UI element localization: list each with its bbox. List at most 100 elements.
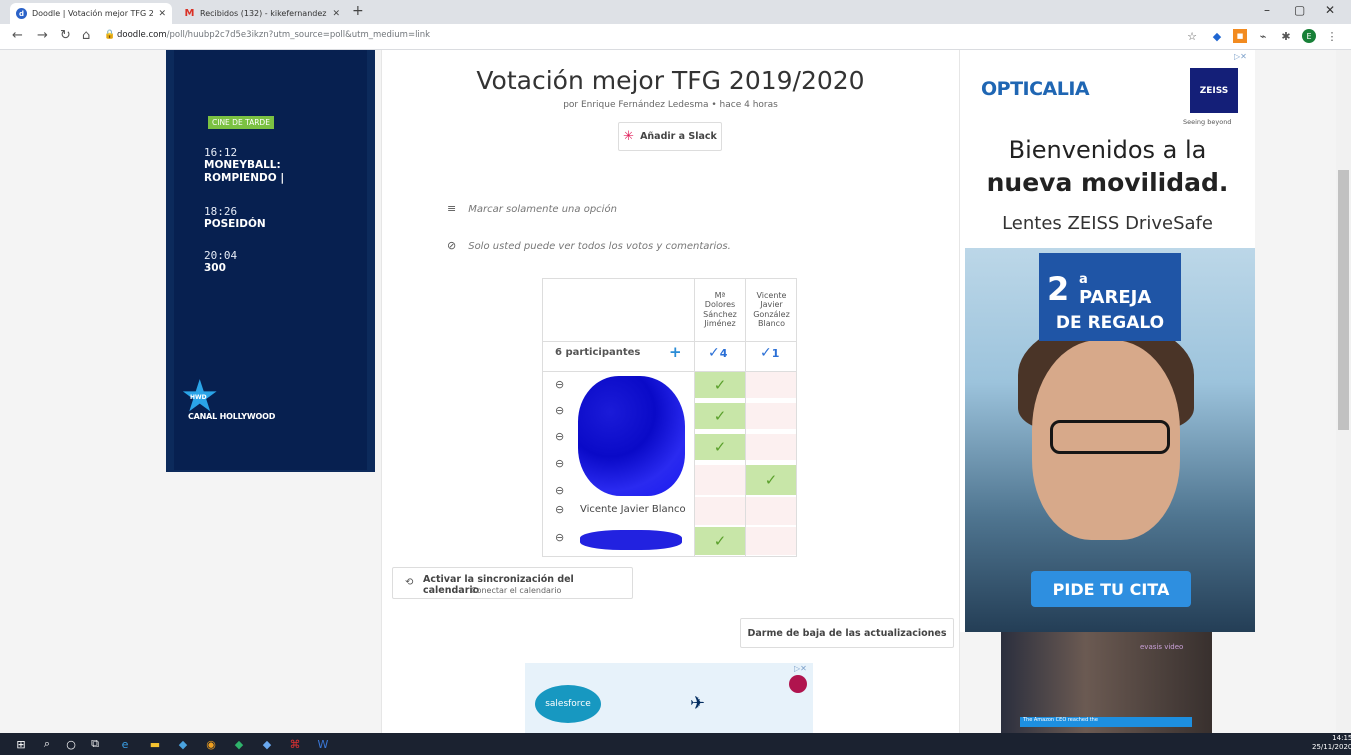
- tab-title: Recibidos (132) - kikefernandez@: [200, 9, 328, 18]
- doodle-favicon-icon: d: [16, 8, 27, 19]
- ad-headline-bold: nueva movilidad.: [986, 168, 1229, 197]
- url-field[interactable]: doodle.com/poll/huubp2c7d5e3ikzn?utm_sou…: [117, 30, 430, 40]
- zeiss-tagline: Seeing beyond: [1183, 118, 1232, 126]
- poll-byline: por Enrique Fernández Ledesma • hace 4 h…: [563, 100, 778, 110]
- check-icon: ✓: [708, 345, 720, 361]
- vote-yes-cell[interactable]: ✓: [695, 372, 745, 398]
- redacted-name: [580, 530, 682, 550]
- slack-icon: ✳: [623, 129, 635, 144]
- user-icon: ⊖: [555, 457, 565, 470]
- check-icon: ✓: [760, 345, 772, 361]
- vote-yes-cell[interactable]: ✓: [695, 527, 745, 555]
- schedule-item: 18:26 POSEIDÓN: [204, 205, 266, 230]
- puzzle-icon[interactable]: ✱: [1279, 29, 1293, 43]
- new-tab-button[interactable]: +: [352, 3, 364, 19]
- app-icon[interactable]: ◆: [176, 737, 190, 751]
- user-icon: ⊖: [555, 503, 565, 516]
- back-arrow-icon[interactable]: ←: [12, 28, 23, 43]
- page-title: Votación mejor TFG 2019/2020: [476, 66, 865, 95]
- decorative-dot: [789, 675, 807, 693]
- opticalia-logo: OPTICALIA: [981, 78, 1090, 100]
- search-icon[interactable]: ⌕: [40, 737, 54, 751]
- info-private-votes: ⊘ Solo usted puede ver todos los votos y …: [447, 239, 731, 252]
- ad-product: Lentes ZEISS DriveSafe: [1002, 213, 1213, 234]
- extension-icon[interactable]: ◆: [1210, 29, 1224, 43]
- tab-title: Doodle | Votación mejor TFG 20: [32, 9, 154, 18]
- app-icon[interactable]: ◆: [232, 737, 246, 751]
- word-icon[interactable]: W: [316, 737, 330, 751]
- chrome-icon[interactable]: ◉: [204, 737, 218, 751]
- close-tab-icon[interactable]: ✕: [332, 9, 340, 19]
- lock-icon[interactable]: 🔒: [104, 30, 115, 40]
- user-icon: ⊖: [555, 531, 565, 544]
- redacted-names: [578, 376, 685, 496]
- star-logo-text: HWD: [190, 394, 207, 401]
- taskbar-clock[interactable]: 14:15 25/11/2020: [1312, 734, 1351, 752]
- reload-icon[interactable]: ↻: [60, 28, 71, 43]
- windows-taskbar: [0, 733, 1351, 755]
- schedule-item: 16:12 MONEYBALL: ROMPIENDO |: [204, 146, 285, 184]
- tab-doodle[interactable]: d Doodle | Votación mejor TFG 20 ✕: [10, 3, 172, 24]
- vote-no-cell[interactable]: [746, 527, 796, 555]
- user-icon: ⊖: [555, 378, 565, 391]
- user-icon: ⊖: [555, 484, 565, 497]
- vote-no-cell[interactable]: [695, 465, 745, 495]
- list-icon: ≡: [447, 202, 457, 215]
- eye-off-icon: ⊘: [447, 239, 457, 252]
- bookmark-star-icon[interactable]: ☆: [1185, 29, 1199, 43]
- ad-headline: Bienvenidos a la: [1008, 136, 1207, 164]
- sync-icon: ⟲: [405, 577, 414, 588]
- promo-box: 2 a PAREJA DE REGALO: [1039, 253, 1181, 341]
- option-tally: ✓1: [760, 345, 780, 361]
- profile-avatar[interactable]: E: [1302, 29, 1316, 43]
- option-header: Mª Dolores Sánchez Jiménez: [703, 290, 737, 329]
- bird-icon: ✈: [690, 693, 706, 714]
- windows-start-icon[interactable]: ⊞: [14, 737, 28, 751]
- vote-yes-cell[interactable]: ✓: [695, 403, 745, 429]
- forward-arrow-icon[interactable]: →: [37, 28, 48, 43]
- option-header: Vicente Javier González Blanco: [753, 290, 790, 329]
- salesforce-logo: salesforce: [535, 685, 601, 723]
- zeiss-logo: ZEISS: [1190, 68, 1238, 113]
- vote-yes-cell[interactable]: ✓: [746, 465, 796, 495]
- close-tab-icon[interactable]: ✕: [158, 9, 166, 19]
- menu-icon[interactable]: ⋮: [1325, 29, 1339, 43]
- scrollbar-thumb[interactable]: [1338, 170, 1349, 430]
- ad-choices-icon[interactable]: ▷✕: [794, 664, 807, 673]
- user-icon: ⊖: [555, 404, 565, 417]
- vote-no-cell[interactable]: [746, 497, 796, 525]
- app-icon[interactable]: ◆: [260, 737, 274, 751]
- vote-no-cell[interactable]: [746, 434, 796, 460]
- cortana-icon[interactable]: ○: [64, 737, 78, 751]
- add-participant-button[interactable]: +: [669, 343, 682, 361]
- extension-icon[interactable]: ⌁: [1256, 29, 1270, 43]
- gmail-favicon-icon: M: [184, 8, 195, 19]
- extension-icon[interactable]: ■: [1233, 29, 1247, 43]
- user-icon: ⊖: [555, 430, 565, 443]
- vote-no-cell[interactable]: [746, 372, 796, 398]
- schedule-item: 20:04 300: [204, 249, 238, 274]
- book-appointment-button[interactable]: PIDE TU CITA: [1031, 571, 1191, 607]
- edge-icon[interactable]: e: [118, 737, 132, 751]
- participants-count: 6 participantes: [555, 347, 641, 358]
- calendar-sync-button[interactable]: ⟲ Activar la sincronización del calendar…: [392, 567, 633, 599]
- option-tally: ✓4: [708, 345, 728, 361]
- unsubscribe-button[interactable]: Darme de baja de las actualizaciones: [740, 618, 954, 648]
- ad-photo-glasses: [1050, 420, 1170, 454]
- vote-no-cell[interactable]: [695, 497, 745, 525]
- vote-no-cell[interactable]: [746, 403, 796, 429]
- minimize-button[interactable]: –: [1264, 3, 1270, 17]
- video-caption: The Amazon CEO reached the: [1020, 717, 1192, 727]
- channel-brand: CANAL HOLLYWOOD: [188, 412, 276, 421]
- info-single-option: ≡ Marcar solamente una opción: [447, 202, 617, 215]
- tab-gmail[interactable]: M Recibidos (132) - kikefernandez@ ✕: [178, 3, 346, 24]
- close-window-button[interactable]: ✕: [1325, 3, 1335, 17]
- home-icon[interactable]: ⌂: [82, 28, 90, 43]
- maximize-button[interactable]: ▢: [1294, 3, 1305, 17]
- acrobat-icon[interactable]: ⌘: [288, 737, 302, 751]
- task-view-icon[interactable]: ⧉: [88, 737, 102, 751]
- file-explorer-icon[interactable]: ▬: [148, 737, 162, 751]
- vote-yes-cell[interactable]: ✓: [695, 434, 745, 460]
- add-to-slack-button[interactable]: ✳ Añadir a Slack: [618, 122, 722, 151]
- ad-choices-icon[interactable]: ▷✕: [1234, 52, 1247, 61]
